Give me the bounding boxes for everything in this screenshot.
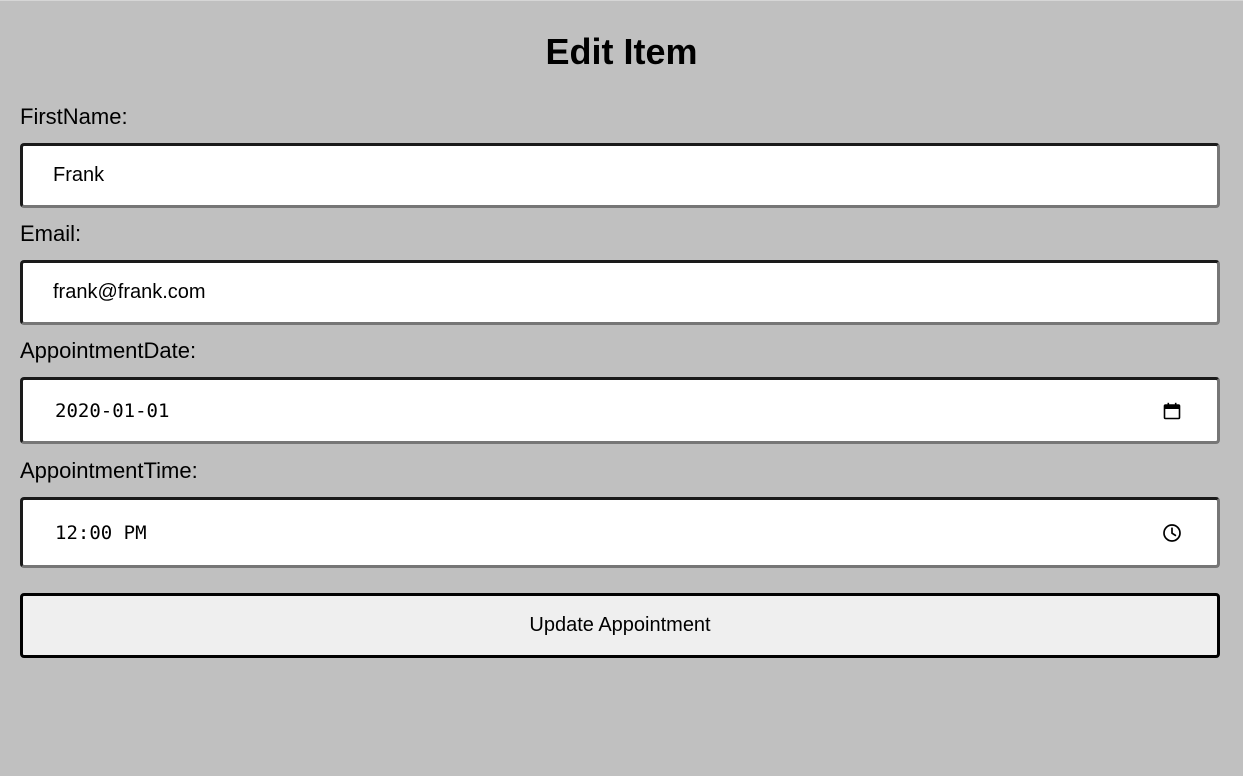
page-title: Edit Item [545, 31, 698, 72]
email-value: frank@frank.com [53, 281, 206, 303]
top-border [0, 0, 1243, 1]
appointment-time-input[interactable]: 12:00 PM [20, 497, 1220, 568]
email-label: Email: [20, 221, 82, 246]
appointment-time-value: 12:00 PM [55, 521, 147, 544]
appointment-date-input[interactable]: 2020-01-01 [20, 377, 1220, 444]
clock-icon[interactable] [1161, 522, 1183, 544]
appointment-time-label: AppointmentTime: [20, 458, 198, 483]
first-name-value: Frank [53, 164, 105, 186]
calendar-icon[interactable] [1161, 400, 1183, 422]
update-appointment-button[interactable]: Update Appointment [20, 593, 1220, 658]
appointment-date-value: 2020-01-01 [55, 399, 170, 422]
email-input[interactable]: frank@frank.com [20, 260, 1220, 325]
first-name-label: FirstName: [20, 104, 128, 129]
appointment-date-label: AppointmentDate: [20, 338, 197, 363]
first-name-input[interactable]: Frank [20, 143, 1220, 208]
